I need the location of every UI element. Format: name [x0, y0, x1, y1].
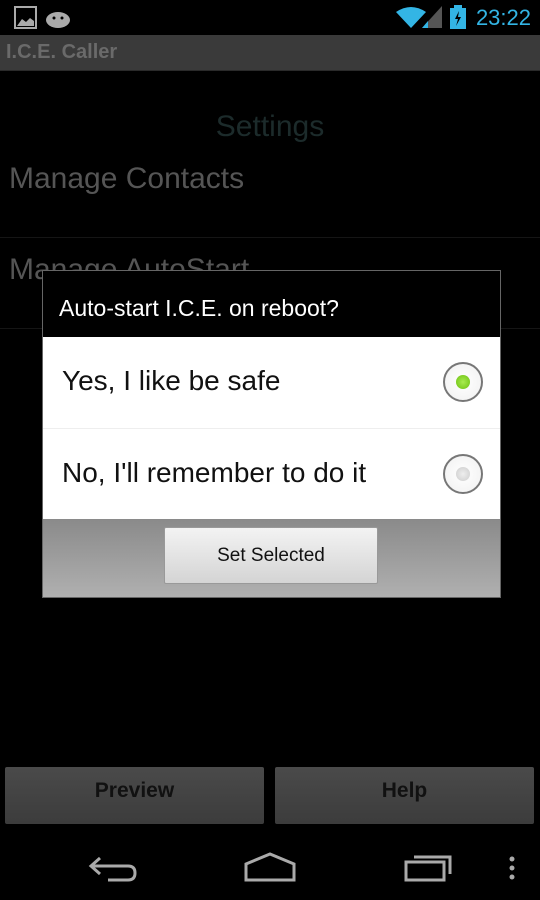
back-icon[interactable]	[88, 854, 138, 882]
preview-button[interactable]: Preview	[5, 767, 264, 824]
android-icon	[46, 12, 70, 28]
option-label: No, I'll remember to do it	[62, 457, 367, 488]
home-icon[interactable]	[244, 852, 296, 882]
autostart-dialog: Auto-start I.C.E. on reboot? Yes, I like…	[42, 270, 501, 598]
dialog-title: Auto-start I.C.E. on reboot?	[59, 295, 339, 321]
navigation-bar	[0, 840, 540, 900]
option-yes[interactable]: Yes, I like be safe	[43, 337, 500, 428]
radio-dot	[456, 375, 470, 389]
dialog-footer: Set Selected	[43, 519, 500, 597]
option-no[interactable]: No, I'll remember to do it	[43, 428, 500, 519]
radio-button[interactable]	[443, 454, 483, 494]
clock: 23:22	[475, 5, 531, 30]
set-selected-button[interactable]: Set Selected	[164, 527, 378, 584]
recent-apps-icon[interactable]	[404, 852, 454, 882]
action-bar: I.C.E. Caller	[0, 35, 540, 71]
overflow-menu-icon[interactable]	[508, 856, 516, 880]
item-label: Manage Contacts	[9, 162, 245, 195]
battery-charging-icon	[450, 5, 466, 29]
settings-heading: Settings	[215, 110, 325, 143]
radio-button-selected[interactable]	[443, 362, 483, 402]
radio-dot	[456, 467, 470, 481]
option-label: Yes, I like be safe	[62, 365, 281, 396]
signal-icon	[422, 6, 442, 28]
status-bar: 23:22	[0, 0, 540, 35]
picture-icon	[14, 6, 37, 29]
app-title: I.C.E. Caller	[6, 41, 118, 63]
help-button[interactable]: Help	[275, 767, 534, 824]
manage-contacts-item[interactable]: Manage Contacts	[0, 148, 540, 238]
